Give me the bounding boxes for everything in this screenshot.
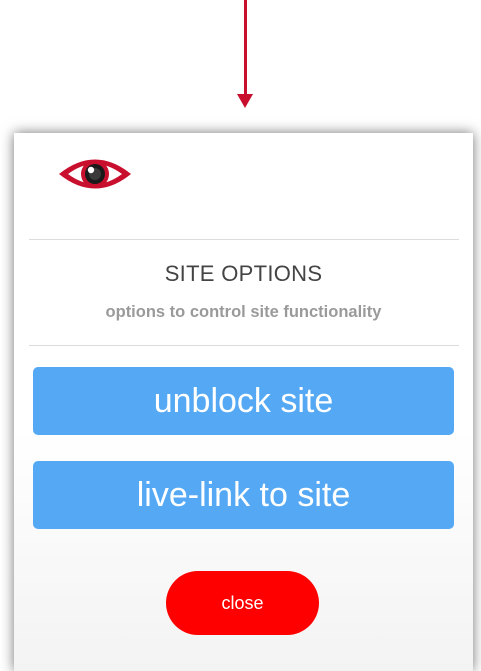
down-arrow-icon xyxy=(237,94,253,108)
screen: SITE OPTIONS options to control site fun… xyxy=(0,0,481,671)
unblock-site-button[interactable]: unblock site xyxy=(33,367,454,435)
header-divider xyxy=(29,239,459,240)
close-button[interactable]: close xyxy=(166,571,319,635)
section-divider xyxy=(29,345,459,346)
site-options-dialog: SITE OPTIONS options to control site fun… xyxy=(14,133,473,671)
dialog-title: SITE OPTIONS xyxy=(164,261,323,286)
dialog-subtitle: options to control site functionality xyxy=(105,303,382,321)
eye-icon xyxy=(59,159,131,189)
pointer-arrow-shaft xyxy=(244,0,247,96)
live-link-to-site-button[interactable]: live-link to site xyxy=(33,461,454,529)
